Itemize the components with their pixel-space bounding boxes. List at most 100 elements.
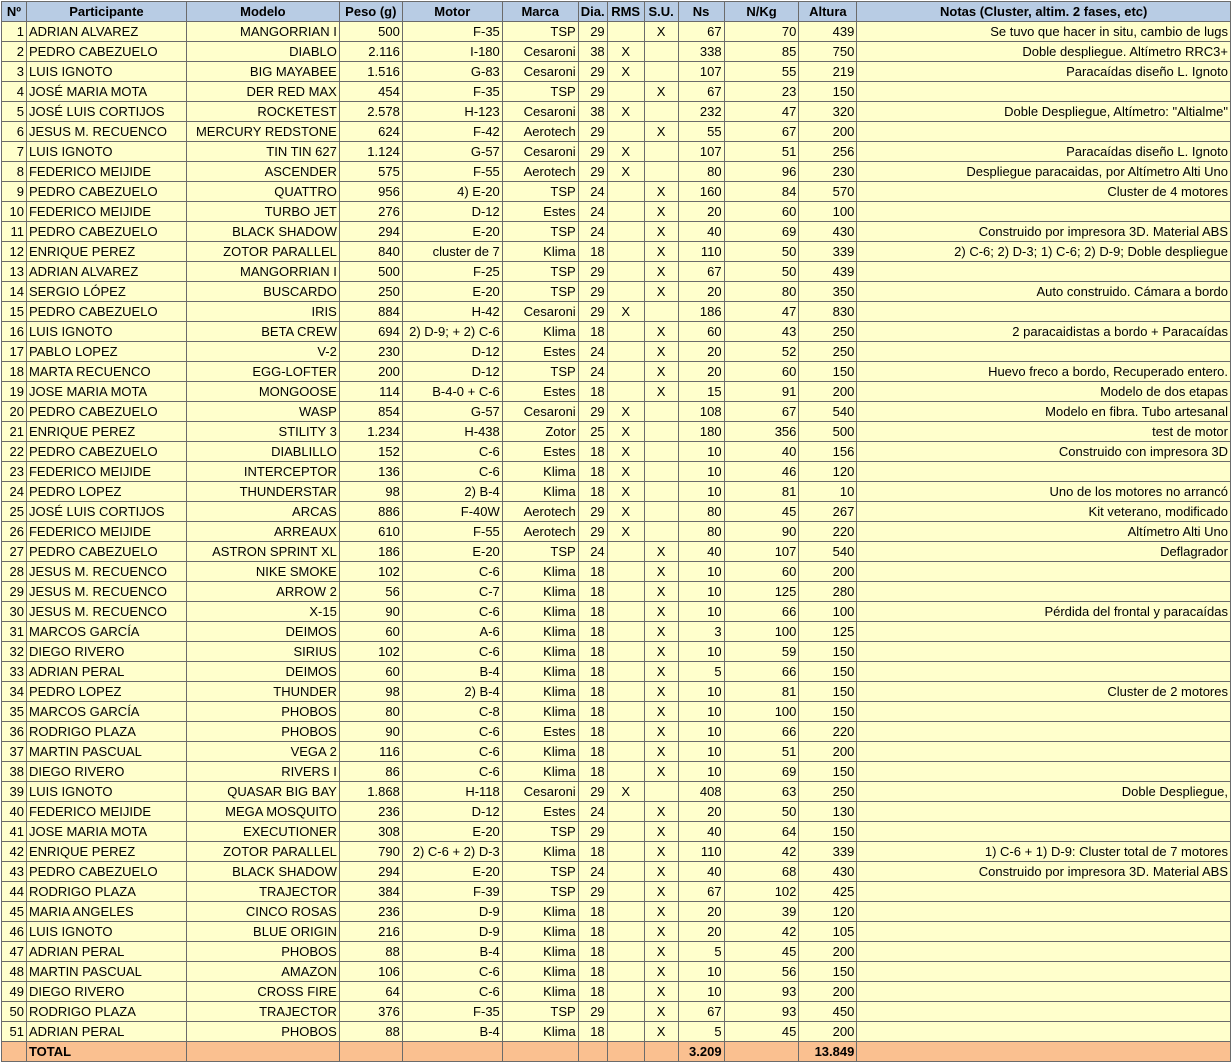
cell-su[interactable] <box>643 421 679 442</box>
cell-motor[interactable]: 2) B-4 <box>401 681 503 702</box>
cell-ns[interactable]: 408 <box>677 781 725 802</box>
cell-dia[interactable]: 29 <box>577 301 608 322</box>
cell-peso[interactable]: 610 <box>338 521 403 542</box>
cell-motor[interactable]: C-6 <box>401 441 503 462</box>
cell-motor[interactable]: C-6 <box>401 641 503 662</box>
cell-motor[interactable]: F-35 <box>401 21 503 42</box>
cell-motor[interactable]: F-39 <box>401 881 503 902</box>
cell-motor[interactable]: C-8 <box>401 701 503 722</box>
cell-marca[interactable]: Klima <box>501 901 579 922</box>
cell-num[interactable]: 3 <box>1 61 27 82</box>
cell-dia[interactable]: 38 <box>577 101 608 122</box>
cell-altura[interactable]: 150 <box>798 681 858 702</box>
cell-altura[interactable]: 200 <box>798 1021 858 1042</box>
cell-rms[interactable]: X <box>606 161 645 182</box>
cell-marca[interactable]: Estes <box>501 801 579 822</box>
cell-motor[interactable]: C-6 <box>401 961 503 982</box>
cell-nkg[interactable]: 100 <box>723 621 800 642</box>
cell-num[interactable]: 34 <box>1 681 27 702</box>
cell-num[interactable]: 45 <box>1 901 27 922</box>
cell-nkg[interactable]: 52 <box>723 341 800 362</box>
cell-motor[interactable]: C-6 <box>401 721 503 742</box>
cell-modelo[interactable]: TRAJECTOR <box>185 881 340 902</box>
cell-altura[interactable]: 120 <box>798 461 858 482</box>
cell-peso[interactable]: 88 <box>338 941 403 962</box>
cell-rms[interactable] <box>606 601 645 622</box>
cell-modelo[interactable]: QUASAR BIG BAY <box>185 781 340 802</box>
cell-num[interactable]: 46 <box>1 921 27 942</box>
cell-dia[interactable]: 18 <box>577 721 608 742</box>
cell-ns[interactable]: 40 <box>677 861 725 882</box>
cell-rms[interactable] <box>606 941 645 962</box>
total-cell-motor[interactable] <box>401 1041 503 1062</box>
cell-rms[interactable]: X <box>606 41 645 62</box>
cell-modelo[interactable]: DIABLILLO <box>185 441 340 462</box>
cell-su[interactable]: X <box>643 541 679 562</box>
cell-num[interactable]: 15 <box>1 301 27 322</box>
cell-peso[interactable]: 624 <box>338 121 403 142</box>
cell-motor[interactable]: E-20 <box>401 541 503 562</box>
cell-notas[interactable] <box>856 121 1231 142</box>
cell-su[interactable]: X <box>643 1021 679 1042</box>
cell-ns[interactable]: 40 <box>677 821 725 842</box>
cell-dia[interactable]: 18 <box>577 701 608 722</box>
cell-altura[interactable]: 200 <box>798 121 858 142</box>
cell-modelo[interactable]: VEGA 2 <box>185 741 340 762</box>
cell-dia[interactable]: 24 <box>577 181 608 202</box>
cell-motor[interactable]: F-42 <box>401 121 503 142</box>
cell-altura[interactable]: 439 <box>798 21 858 42</box>
cell-marca[interactable]: Klima <box>501 241 579 262</box>
cell-ns[interactable]: 40 <box>677 221 725 242</box>
cell-motor[interactable]: 2) C-6 + 2) D-3 <box>401 841 503 862</box>
cell-altura[interactable]: 150 <box>798 701 858 722</box>
cell-modelo[interactable]: BLACK SHADOW <box>185 221 340 242</box>
header-rms[interactable]: RMS <box>606 1 645 22</box>
cell-motor[interactable]: C-6 <box>401 601 503 622</box>
cell-ns[interactable]: 107 <box>677 141 725 162</box>
cell-su[interactable]: X <box>643 361 679 382</box>
cell-modelo[interactable]: DEIMOS <box>185 661 340 682</box>
cell-num[interactable]: 11 <box>1 221 27 242</box>
cell-num[interactable]: 5 <box>1 101 27 122</box>
cell-notas[interactable] <box>856 81 1231 102</box>
cell-num[interactable]: 51 <box>1 1021 27 1042</box>
cell-participante[interactable]: ENRIQUE PEREZ <box>25 241 187 262</box>
cell-peso[interactable]: 64 <box>338 981 403 1002</box>
total-ns[interactable]: 3.209 <box>677 1041 725 1062</box>
header-notas[interactable]: Notas (Cluster, altim. 2 fases, etc) <box>856 1 1231 22</box>
cell-dia[interactable]: 18 <box>577 981 608 1002</box>
cell-modelo[interactable]: ARCAS <box>185 501 340 522</box>
cell-num[interactable]: 33 <box>1 661 27 682</box>
cell-nkg[interactable]: 59 <box>723 641 800 662</box>
cell-modelo[interactable]: THUNDER <box>185 681 340 702</box>
cell-peso[interactable]: 98 <box>338 681 403 702</box>
cell-altura[interactable]: 267 <box>798 501 858 522</box>
total-cell-notas[interactable] <box>856 1041 1231 1062</box>
cell-marca[interactable]: Cesaroni <box>501 41 579 62</box>
cell-marca[interactable]: TSP <box>501 821 579 842</box>
cell-ns[interactable]: 10 <box>677 761 725 782</box>
cell-nkg[interactable]: 69 <box>723 221 800 242</box>
cell-participante[interactable]: PEDRO CABEZUELO <box>25 41 187 62</box>
cell-nkg[interactable]: 67 <box>723 401 800 422</box>
cell-su[interactable] <box>643 161 679 182</box>
cell-rms[interactable] <box>606 901 645 922</box>
cell-num[interactable]: 31 <box>1 621 27 642</box>
cell-modelo[interactable]: EXECUTIONER <box>185 821 340 842</box>
cell-motor[interactable]: D-9 <box>401 901 503 922</box>
cell-peso[interactable]: 384 <box>338 881 403 902</box>
cell-rms[interactable]: X <box>606 401 645 422</box>
cell-su[interactable]: X <box>643 21 679 42</box>
cell-rms[interactable] <box>606 581 645 602</box>
cell-notas[interactable] <box>856 561 1231 582</box>
cell-peso[interactable]: 80 <box>338 701 403 722</box>
cell-marca[interactable]: Klima <box>501 921 579 942</box>
cell-notas[interactable]: Construido con impresora 3D <box>856 441 1231 462</box>
cell-altura[interactable]: 256 <box>798 141 858 162</box>
cell-dia[interactable]: 18 <box>577 761 608 782</box>
total-cell-dia[interactable] <box>577 1041 608 1062</box>
cell-participante[interactable]: PEDRO CABEZUELO <box>25 221 187 242</box>
cell-num[interactable]: 25 <box>1 501 27 522</box>
cell-su[interactable]: X <box>643 181 679 202</box>
cell-motor[interactable]: C-7 <box>401 581 503 602</box>
